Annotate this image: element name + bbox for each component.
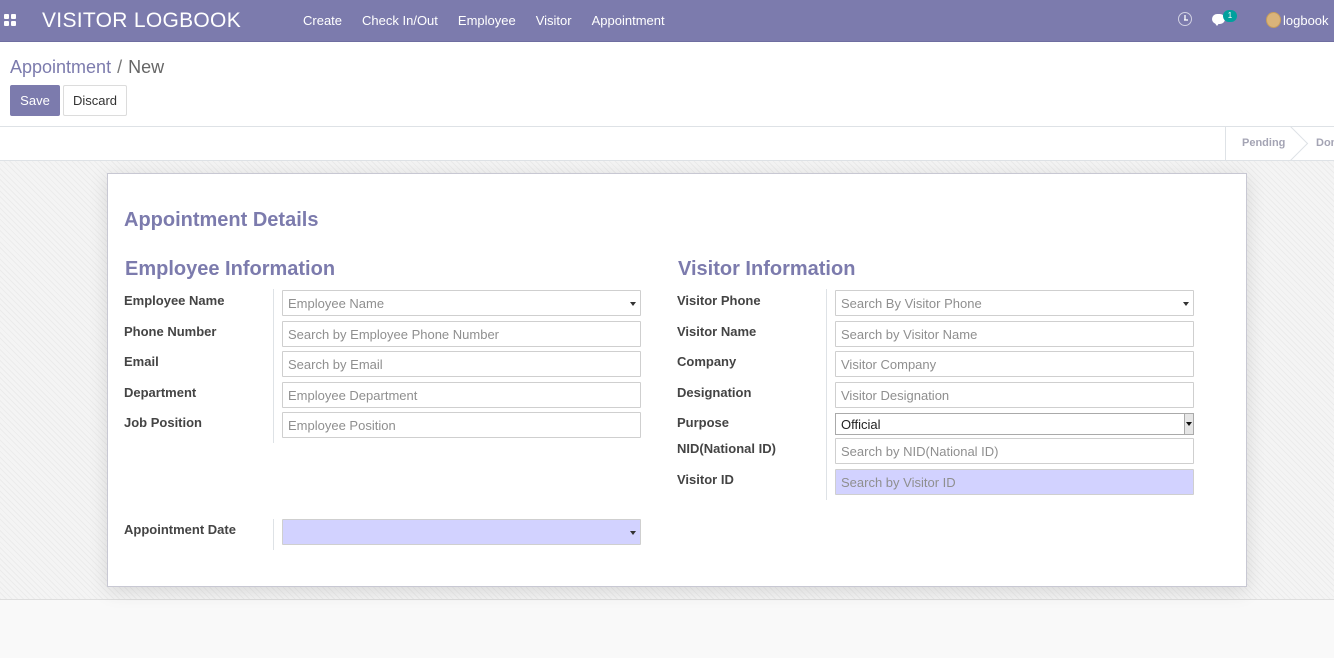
menu-item-create[interactable]: Create	[293, 0, 352, 42]
user-menu[interactable]: logbook	[1264, 0, 1334, 42]
visitor-id-field[interactable]	[835, 469, 1194, 495]
phone-number-label: Phone Number	[124, 324, 217, 339]
job-position-field[interactable]	[282, 412, 641, 438]
company-label: Company	[677, 354, 737, 369]
company-field[interactable]	[835, 351, 1194, 377]
menu-item-employee[interactable]: Employee	[448, 0, 526, 42]
visitor-info-group: Visitor Phone Visitor Name Company Desig…	[677, 289, 1197, 501]
top-navbar: VISITOR LOGBOOK Create Check In/Out Empl…	[0, 0, 1334, 42]
form-sheet: Appointment Details Employee Information…	[107, 173, 1247, 587]
email-field[interactable]	[282, 351, 641, 377]
user-name: logbook	[1283, 13, 1329, 28]
job-position-label: Job Position	[124, 415, 202, 430]
nid-label: NID(National ID)	[677, 441, 776, 456]
designation-field[interactable]	[835, 382, 1194, 408]
visitor-id-label: Visitor ID	[677, 472, 734, 487]
job-position-input[interactable]	[283, 413, 640, 437]
status-bar: Pending Done	[0, 127, 1334, 161]
stage-pending[interactable]: Pending	[1225, 127, 1299, 160]
purpose-select[interactable]: Official	[835, 413, 1194, 435]
department-label: Department	[124, 385, 197, 400]
menu-item-visitor[interactable]: Visitor	[526, 0, 582, 42]
app-title: VISITOR LOGBOOK	[42, 9, 241, 32]
menu-item-check-in-out[interactable]: Check In/Out	[352, 0, 448, 42]
visitor-id-input[interactable]	[836, 470, 1193, 494]
company-input[interactable]	[836, 352, 1193, 376]
form-title: Appointment Details	[124, 209, 319, 231]
nid-field[interactable]	[835, 438, 1194, 464]
visitor-phone-select[interactable]	[835, 290, 1194, 316]
breadcrumb: Appointment / New	[10, 57, 164, 78]
employee-info-title: Employee Information	[125, 258, 336, 280]
breadcrumb-appointment-link[interactable]: Appointment	[10, 57, 111, 77]
main-menu: Create Check In/Out Employee Visitor App…	[293, 0, 675, 42]
visitor-name-input[interactable]	[836, 322, 1193, 346]
department-input[interactable]	[283, 383, 640, 407]
visitor-phone-label: Visitor Phone	[677, 293, 761, 308]
avatar	[1266, 12, 1281, 28]
visitor-phone-input[interactable]	[836, 291, 1193, 315]
appointment-date-input[interactable]	[283, 520, 640, 544]
visitor-info-title: Visitor Information	[678, 258, 856, 280]
visitor-name-field[interactable]	[835, 321, 1194, 347]
phone-number-input[interactable]	[283, 322, 640, 346]
visitor-name-label: Visitor Name	[677, 324, 757, 339]
appointment-date-label: Appointment Date	[124, 522, 236, 537]
purpose-selected-value: Official	[841, 417, 881, 432]
stage-done[interactable]: Done	[1299, 127, 1334, 160]
appointment-date-field[interactable]	[282, 519, 641, 545]
message-count-badge: 1	[1223, 10, 1237, 22]
discard-button[interactable]: Discard	[63, 85, 127, 116]
designation-input[interactable]	[836, 383, 1193, 407]
nid-input[interactable]	[836, 439, 1193, 463]
employee-name-select[interactable]	[282, 290, 641, 316]
employee-name-label: Employee Name	[124, 293, 225, 308]
control-panel: Appointment / New Save Discard	[0, 42, 1334, 127]
employee-name-input[interactable]	[283, 291, 640, 315]
appointment-date-group: Appointment Date	[124, 519, 644, 551]
apps-menu-icon[interactable]	[4, 14, 16, 26]
email-label: Email	[124, 354, 159, 369]
employee-info-group: Employee Name Phone Number Email Departm…	[124, 289, 644, 449]
activity-clock-icon[interactable]	[1178, 12, 1192, 26]
chevron-down-icon[interactable]	[1184, 414, 1193, 434]
menu-item-appointment[interactable]: Appointment	[582, 0, 675, 42]
email-input[interactable]	[283, 352, 640, 376]
save-button[interactable]: Save	[10, 85, 60, 116]
breadcrumb-current: New	[128, 57, 165, 77]
purpose-label: Purpose	[677, 415, 730, 430]
phone-number-field[interactable]	[282, 321, 641, 347]
designation-label: Designation	[677, 385, 752, 400]
breadcrumb-separator: /	[117, 57, 123, 77]
department-field[interactable]	[282, 382, 641, 408]
